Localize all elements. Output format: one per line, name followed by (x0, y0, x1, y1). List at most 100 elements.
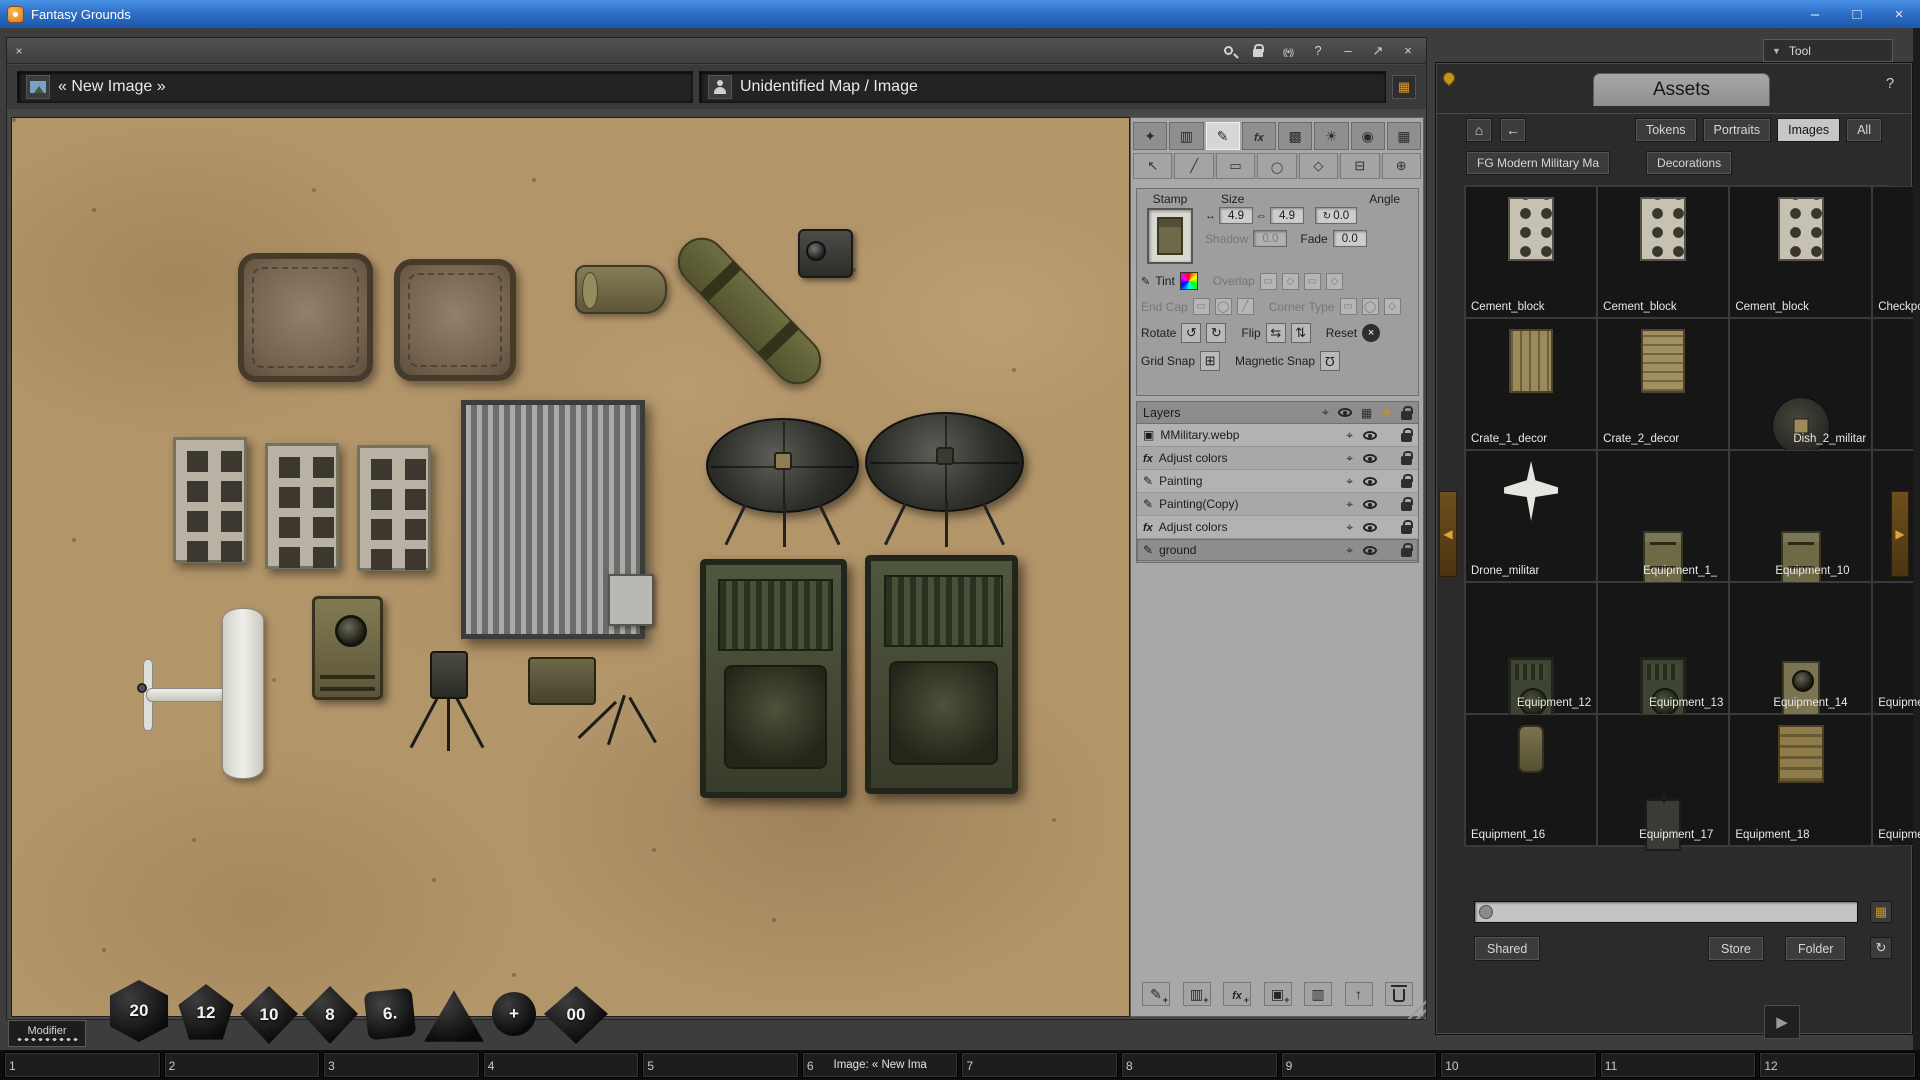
asset-dish-2[interactable]: Dish_2_militar (1729, 318, 1872, 450)
asset-equipment-13[interactable]: Equipment_13 (1597, 582, 1729, 714)
map-stamp-tripod-device-1[interactable] (404, 651, 490, 755)
grid-layers-icon[interactable] (1361, 406, 1372, 420)
tint-swatch[interactable] (1180, 272, 1198, 290)
map-stamp-dish-2[interactable] (865, 412, 1024, 547)
rotate-right-button[interactable] (1206, 323, 1226, 343)
hotbar-slot-12[interactable]: 12 (1759, 1052, 1916, 1078)
hotbar-slot-3[interactable]: 3 (323, 1052, 480, 1078)
hotbar-slot-10[interactable]: 10 (1440, 1052, 1597, 1078)
hotbar-slot-7[interactable]: 7 (961, 1052, 1118, 1078)
asset-equipment-12[interactable]: Equipment_12 (1465, 582, 1597, 714)
zoom-icon[interactable] (1218, 42, 1238, 60)
layers-tool-tab[interactable] (1169, 122, 1203, 150)
pointer-tool[interactable] (1133, 153, 1172, 179)
layer-row-ground[interactable]: ground (1137, 539, 1418, 562)
pan-tool[interactable] (1382, 153, 1421, 179)
panel-prev-arrow[interactable]: ◀ (1439, 491, 1457, 577)
delete-layer-button[interactable] (1385, 982, 1413, 1006)
lock-icon[interactable] (1401, 525, 1412, 534)
filter-module-chip[interactable]: FG Modern Military Ma (1466, 151, 1610, 175)
lock-icon[interactable] (1401, 548, 1412, 557)
target-icon[interactable] (1346, 497, 1353, 512)
die-d6[interactable]: 6. (364, 988, 417, 1041)
add-effect-button[interactable]: + (1223, 982, 1251, 1006)
size-width-input[interactable]: 4.9 (1219, 207, 1253, 224)
eye-icon[interactable] (1363, 454, 1377, 463)
map-stamp-tripod-device-2[interactable] (514, 657, 655, 749)
corner-option-1[interactable] (1340, 298, 1357, 315)
layer-row-painting[interactable]: Painting (1137, 470, 1418, 493)
layer-row-adjust-colors-2[interactable]: Adjust colors (1137, 516, 1418, 539)
tab-images[interactable]: Images (1777, 118, 1840, 142)
eye-icon[interactable] (1363, 546, 1377, 555)
asset-equipment-16[interactable]: Equipment_16 (1465, 714, 1597, 846)
asset-cement-block-1[interactable]: Cement_block (1465, 186, 1597, 318)
lock-all-icon[interactable] (1401, 411, 1412, 420)
store-button[interactable]: Store (1708, 936, 1764, 961)
lighting-layers-icon[interactable] (1381, 406, 1392, 420)
close-window-icon[interactable] (1398, 42, 1418, 60)
hotbar-slot-1[interactable]: 1 (4, 1052, 161, 1078)
dice-tool-tab[interactable] (1133, 122, 1167, 150)
folder-button[interactable]: Folder (1785, 936, 1846, 961)
polygon-tool[interactable] (1299, 153, 1338, 179)
angle-input[interactable]: 0.0 (1315, 207, 1357, 224)
layer-row-adjust-colors-1[interactable]: Adjust colors (1137, 447, 1418, 470)
draw-tool-tab[interactable] (1206, 122, 1240, 150)
grid-snap-toggle[interactable] (1200, 351, 1220, 371)
flip-vertical-button[interactable] (1291, 323, 1311, 343)
target-icon[interactable] (1346, 474, 1353, 489)
asset-drone[interactable]: Drone_militar (1465, 450, 1597, 582)
map-canvas[interactable] (11, 117, 1130, 1017)
panel-next-arrow[interactable]: ▶ (1891, 491, 1909, 577)
pin-icon[interactable] (1441, 70, 1458, 87)
end-cap-option-2[interactable] (1215, 298, 1232, 315)
close-button[interactable] (1878, 0, 1920, 28)
add-image-layer-button[interactable]: + (1264, 982, 1292, 1006)
ellipse-tool[interactable] (1257, 153, 1296, 179)
los-tool-tab[interactable] (1351, 122, 1385, 150)
size-height-input[interactable]: 4.9 (1270, 207, 1304, 224)
map-stamp-canister[interactable] (575, 265, 667, 314)
hotbar-slot-9[interactable]: 9 (1281, 1052, 1438, 1078)
reset-button[interactable] (1362, 324, 1380, 342)
popout-icon[interactable] (1368, 42, 1388, 60)
lock-icon[interactable] (1401, 479, 1412, 488)
eraser-tool[interactable] (1340, 153, 1379, 179)
target-icon[interactable] (1346, 520, 1353, 535)
map-stamp-canvas-pad-1[interactable] (238, 253, 373, 382)
asset-crate-2[interactable]: Crate_2_decor (1597, 318, 1729, 450)
asset-equipment-10[interactable]: Equipment_10 (1729, 450, 1872, 582)
image-name-field[interactable]: « New Image » (17, 71, 693, 103)
corner-option-2[interactable] (1362, 298, 1379, 315)
shared-button[interactable]: Shared (1474, 936, 1540, 961)
roll-plus-button[interactable]: + (492, 992, 536, 1036)
asset-cement-block-2[interactable]: Cement_block (1597, 186, 1729, 318)
tool-dropdown[interactable]: ▼ Tool (1763, 39, 1893, 62)
asset-crate-1[interactable]: Crate_1_decor (1465, 318, 1597, 450)
map-stamp-dish-1[interactable] (706, 418, 859, 547)
map-stamp-generator-2[interactable] (865, 555, 1018, 794)
visibility-all-icon[interactable] (1338, 408, 1352, 417)
tab-portraits[interactable]: Portraits (1703, 118, 1772, 142)
duplicate-layer-button[interactable] (1304, 982, 1332, 1006)
stamp-preview[interactable] (1147, 208, 1193, 264)
overlap-option-4[interactable] (1326, 273, 1343, 290)
asset-cement-block-3[interactable]: Cement_block (1729, 186, 1872, 318)
eye-icon[interactable] (1363, 523, 1377, 532)
target-icon[interactable] (1346, 543, 1353, 558)
merge-layer-button[interactable] (1345, 982, 1373, 1006)
magnetic-snap-toggle[interactable] (1320, 351, 1340, 371)
play-button[interactable]: ▶ (1764, 1005, 1800, 1039)
layer-row-painting-copy[interactable]: Painting(Copy) (1137, 493, 1418, 516)
hotbar-slot-11[interactable]: 11 (1600, 1052, 1757, 1078)
hotbar-slot-2[interactable]: 2 (164, 1052, 321, 1078)
assets-help-icon[interactable] (1880, 75, 1900, 95)
map-stamp-container[interactable] (461, 400, 645, 639)
hotbar-image-shortcut[interactable]: Image: « New Ima (803, 1059, 958, 1071)
layer-row-mmilitary[interactable]: MMilitary.webp (1137, 424, 1418, 447)
image-type-field[interactable]: Unidentified Map / Image (699, 71, 1386, 103)
hotbar-slot-4[interactable]: 4 (483, 1052, 640, 1078)
grid-view-button[interactable] (1870, 901, 1892, 923)
add-layer-button[interactable]: + (1183, 982, 1211, 1006)
